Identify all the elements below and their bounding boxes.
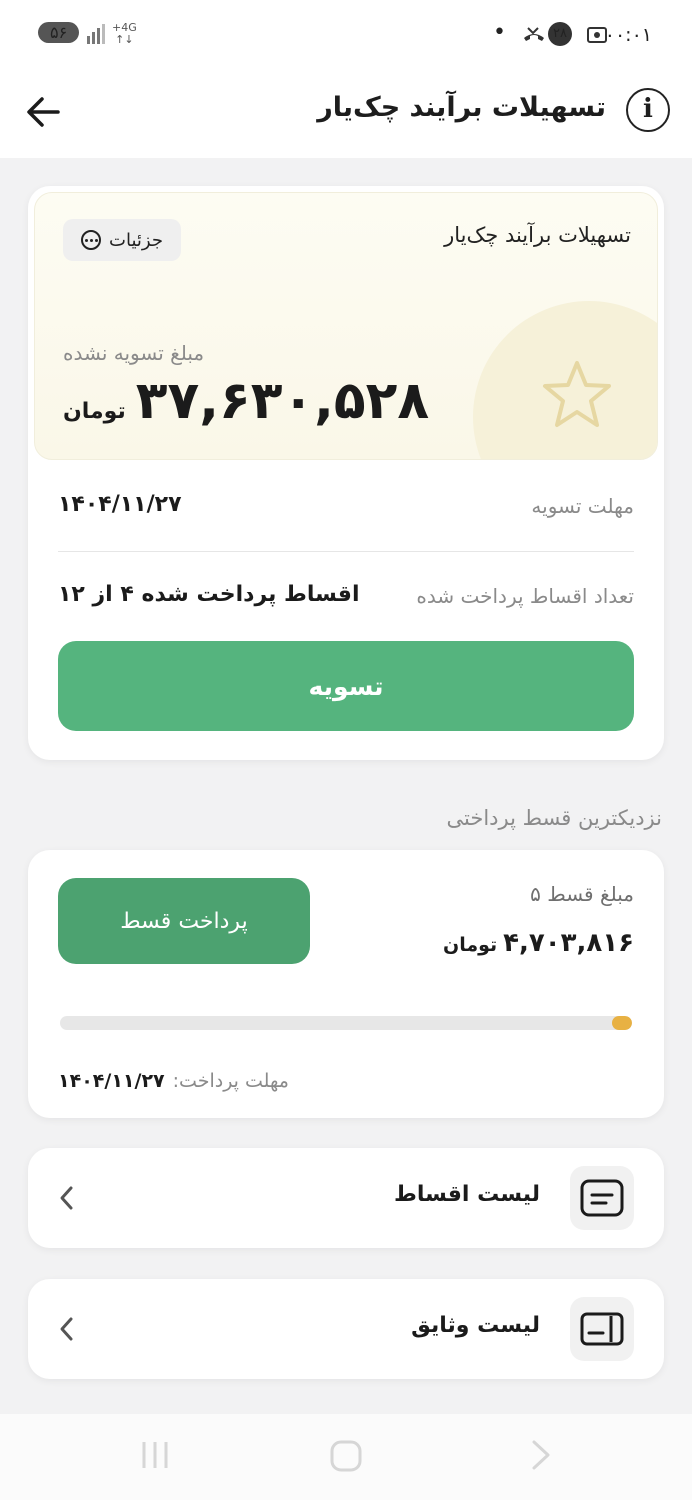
paid-count-value: اقساط پرداخت شده ۴ از ۱۲ bbox=[58, 582, 360, 607]
progress-fill bbox=[611, 1016, 632, 1030]
signal-icon bbox=[86, 24, 108, 49]
paid-installments-row: تعداد اقساط پرداخت شده اقساط پرداخت شده … bbox=[58, 578, 634, 618]
facility-summary-card: تسهیلات برآیند چک‌یار جزئیات مبلغ تسویه … bbox=[28, 186, 664, 760]
currency-label: تومان bbox=[442, 934, 498, 956]
deadline-label: مهلت تسویه bbox=[531, 494, 634, 518]
installment-amount-label: مبلغ قسط ۵ bbox=[530, 882, 634, 906]
due-value: ۱۴۰۴/۱۱/۲۷ bbox=[58, 1070, 165, 1092]
settlement-deadline-row: مهلت تسویه ۱۴۰۴/۱۱/۲۷ bbox=[58, 488, 634, 528]
installment-progress-bar bbox=[60, 1016, 632, 1030]
pay-installment-button[interactable]: پرداخت قسط bbox=[58, 878, 310, 964]
missed-call-icon bbox=[522, 24, 546, 51]
more-dots-icon bbox=[81, 230, 102, 250]
unsettled-amount: تومان ۳۷,۶۳۰,۵۲۸ bbox=[63, 371, 429, 431]
installment-amount: تومان ۴,۷۰۳,۸۱۶ bbox=[443, 928, 634, 958]
payment-due-row: مهلت پرداخت: ۱۴۰۴/۱۱/۲۷ bbox=[58, 1070, 289, 1092]
facility-title: تسهیلات برآیند چک‌یار bbox=[444, 223, 631, 247]
currency-label: تومان bbox=[63, 399, 126, 424]
page-title: تسهیلات برآیند چک‌یار bbox=[317, 92, 606, 123]
info-button[interactable]: i bbox=[626, 88, 670, 132]
divider bbox=[58, 551, 634, 552]
amount-value: ۳۷,۶۳۰,۵۲۸ bbox=[135, 371, 430, 431]
deadline-value: ۱۴۰۴/۱۱/۲۷ bbox=[58, 492, 182, 517]
settle-button[interactable]: تسویه bbox=[58, 641, 634, 731]
paid-count-label: تعداد اقساط پرداخت شده bbox=[416, 584, 634, 608]
details-label: جزئیات bbox=[109, 229, 163, 251]
arrow-left-icon bbox=[27, 97, 60, 127]
network-type: 4G+ ↓↑ bbox=[112, 21, 137, 46]
battery-level: ۵۶ bbox=[38, 22, 80, 43]
unsettled-amount-label: مبلغ تسویه نشده bbox=[63, 341, 205, 365]
info-icon: i bbox=[643, 94, 653, 124]
chevron-left-icon bbox=[60, 1186, 73, 1210]
notification-count-badge: ۲۸ bbox=[548, 22, 572, 46]
status-bar: ۰۰:۰۱ ۲۸ • 4G+ ↓↑ ۵۶ bbox=[0, 0, 692, 72]
next-installment-card: مبلغ قسط ۵ تومان ۴,۷۰۳,۸۱۶ پرداخت قسط مه… bbox=[28, 850, 664, 1118]
documents-list-icon bbox=[570, 1297, 634, 1361]
installments-list-item[interactable]: لیست اقساط bbox=[28, 1148, 664, 1248]
notification-dot-icon: • bbox=[493, 20, 506, 45]
back-nav-button[interactable] bbox=[526, 1438, 556, 1472]
section-title: نزدیکترین قسط پرداختی bbox=[446, 806, 662, 830]
details-button[interactable]: جزئیات bbox=[63, 219, 181, 261]
documents-list-item[interactable]: لیست وثایق bbox=[28, 1279, 664, 1379]
star-icon bbox=[543, 361, 611, 427]
documents-list-label: لیست وثایق bbox=[411, 1313, 540, 1338]
facility-hero: تسهیلات برآیند چک‌یار جزئیات مبلغ تسویه … bbox=[34, 192, 658, 460]
chevron-left-icon bbox=[60, 1317, 73, 1341]
home-button[interactable] bbox=[328, 1438, 364, 1474]
installments-list-label: لیست اقساط bbox=[393, 1182, 540, 1207]
app-header: i تسهیلات برآیند چک‌یار bbox=[0, 72, 692, 158]
back-button[interactable] bbox=[24, 92, 64, 132]
screenshot-icon bbox=[586, 24, 608, 51]
installments-list-icon bbox=[570, 1166, 634, 1230]
system-nav-bar bbox=[0, 1414, 692, 1500]
recents-button[interactable] bbox=[138, 1438, 172, 1472]
installment-amount-value: ۴,۷۰۳,۸۱۶ bbox=[503, 928, 634, 958]
due-label: مهلت پرداخت: bbox=[172, 1070, 289, 1092]
status-time: ۰۰:۰۱ bbox=[604, 24, 652, 46]
